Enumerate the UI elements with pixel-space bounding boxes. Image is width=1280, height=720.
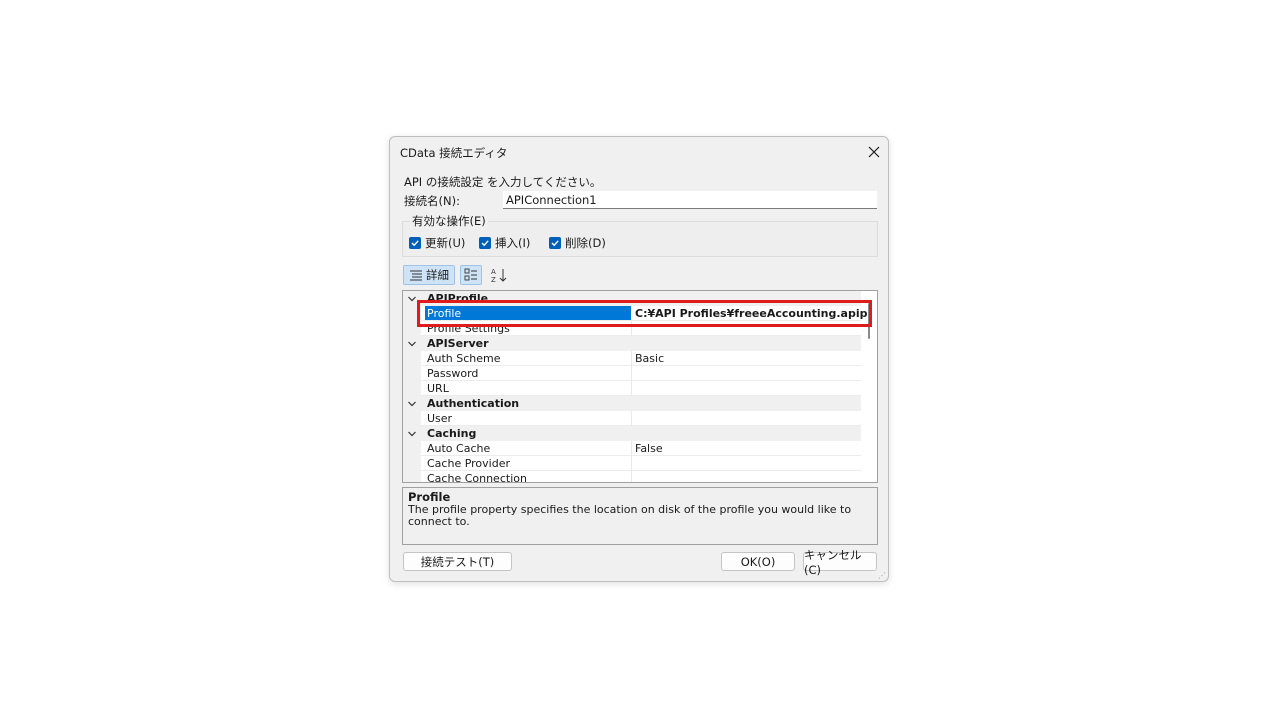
chevron-down-icon bbox=[408, 296, 416, 302]
category-name: Authentication bbox=[427, 397, 520, 410]
annotation-highlight-box bbox=[417, 300, 872, 327]
property-name: Password bbox=[427, 367, 479, 380]
checkmark-icon bbox=[479, 237, 491, 249]
operations-group-label: 有効な操作(E) bbox=[410, 213, 488, 229]
chevron-down-icon bbox=[408, 401, 416, 407]
category-row[interactable]: Caching bbox=[408, 426, 861, 441]
property-name: Profile bbox=[427, 307, 462, 320]
ok-button[interactable]: OK(O) bbox=[721, 552, 795, 571]
property-row[interactable]: Cache Provider bbox=[421, 456, 861, 471]
categorized-icon bbox=[464, 268, 477, 281]
resize-grip-icon[interactable]: ⋰ bbox=[878, 571, 886, 580]
category-row[interactable]: APIServer bbox=[408, 336, 861, 351]
property-name: Cache Connection bbox=[427, 472, 527, 483]
property-name: Cache Provider bbox=[427, 457, 510, 470]
property-row[interactable]: Auth Scheme Basic bbox=[421, 351, 861, 366]
delete-label: 削除(D) bbox=[565, 236, 606, 250]
property-name: URL bbox=[427, 382, 449, 395]
detail-list-icon bbox=[410, 270, 422, 281]
property-name: User bbox=[427, 412, 453, 425]
svg-text:A: A bbox=[491, 268, 496, 276]
detail-view-button[interactable]: 詳細 bbox=[403, 265, 455, 285]
property-value[interactable]: Basic bbox=[635, 352, 664, 365]
update-checkbox[interactable]: 更新(U) bbox=[409, 235, 465, 251]
help-description: The profile property specifies the locat… bbox=[408, 503, 852, 528]
connection-editor-dialog: CData 接続エディタ API の接続設定 を入力してください。 接続名(N)… bbox=[389, 136, 889, 582]
sort-az-icon: A Z bbox=[491, 268, 507, 283]
property-name: Auth Scheme bbox=[427, 352, 501, 365]
property-row[interactable]: Cache Connection bbox=[421, 471, 861, 483]
checkmark-icon bbox=[409, 237, 421, 249]
svg-text:Z: Z bbox=[491, 276, 496, 283]
insert-checkbox[interactable]: 挿入(I) bbox=[479, 235, 530, 251]
connection-name-input[interactable] bbox=[503, 191, 877, 209]
close-icon bbox=[868, 146, 880, 158]
close-button[interactable] bbox=[862, 140, 886, 164]
property-row[interactable]: Password bbox=[421, 366, 861, 381]
checkmark-icon bbox=[549, 237, 561, 249]
detail-view-label: 詳細 bbox=[426, 268, 449, 282]
update-label: 更新(U) bbox=[425, 236, 466, 250]
category-row[interactable]: Authentication bbox=[408, 396, 861, 411]
insert-label: 挿入(I) bbox=[495, 236, 531, 250]
window-title: CData 接続エディタ bbox=[400, 146, 508, 160]
property-row[interactable]: Auto Cache False bbox=[421, 441, 861, 456]
help-panel: Profile The profile property specifies t… bbox=[402, 487, 878, 545]
category-name: Caching bbox=[427, 427, 477, 440]
test-connection-button[interactable]: 接続テスト(T) bbox=[403, 552, 512, 571]
cancel-button[interactable]: キャンセル(C) bbox=[803, 548, 877, 577]
categorized-view-button[interactable] bbox=[460, 265, 482, 285]
category-name: APIServer bbox=[427, 337, 489, 350]
property-name: Auto Cache bbox=[427, 442, 491, 455]
help-title: Profile bbox=[408, 490, 451, 504]
delete-checkbox[interactable]: 削除(D) bbox=[549, 235, 606, 251]
property-row[interactable]: URL bbox=[421, 381, 861, 396]
property-row[interactable]: User bbox=[421, 411, 861, 426]
connection-name-label: 接続名(N): bbox=[404, 194, 460, 208]
chevron-down-icon bbox=[408, 341, 416, 347]
chevron-down-icon bbox=[408, 431, 416, 437]
instruction-text: API の接続設定 を入力してください。 bbox=[404, 175, 602, 189]
alphabetical-sort-button[interactable]: A Z bbox=[488, 265, 510, 285]
property-value[interactable]: False bbox=[635, 442, 663, 455]
